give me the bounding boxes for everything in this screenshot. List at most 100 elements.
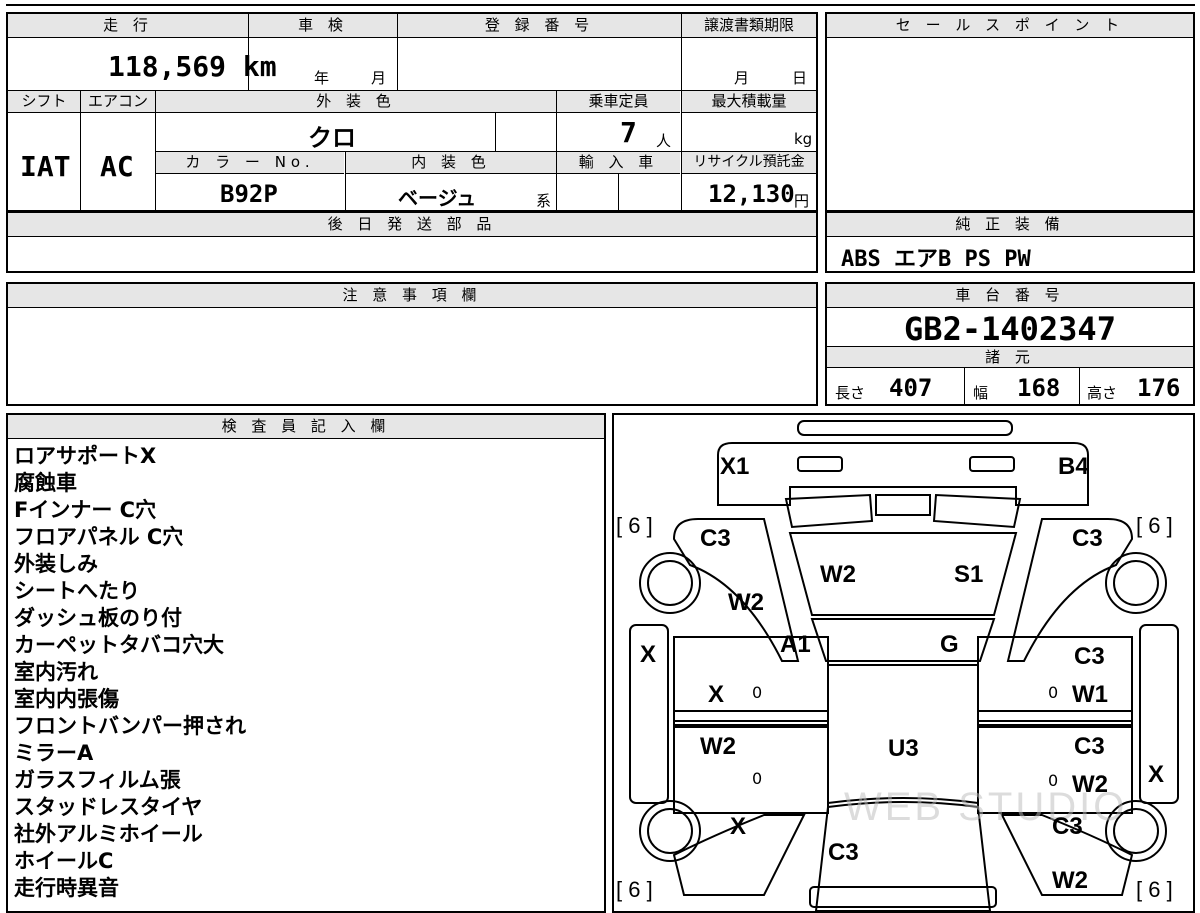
- later-parts-panel: 後 日 発 送 部 品: [6, 211, 818, 273]
- chassis-value: GB2-1402347: [904, 310, 1116, 348]
- damage-door-rr-top: C3: [1074, 733, 1105, 760]
- list-item: 外装しみ: [14, 552, 98, 576]
- damage-front-left: X1: [720, 453, 750, 480]
- later-parts-header: 後 日 発 送 部 品: [8, 213, 816, 237]
- recycle-unit: 円: [794, 192, 810, 210]
- color-no-value: B92P: [220, 180, 278, 208]
- color-no-header: カ ラ ー No.: [156, 152, 344, 174]
- damage-quarter-left: X: [730, 813, 747, 840]
- ext-color-value: クロ: [308, 124, 356, 152]
- list-item: ホイールC: [14, 849, 114, 873]
- list-item: 室内内張傷: [14, 687, 119, 711]
- recycle-header: リサイクル預託金: [682, 152, 816, 174]
- aircon-value: AC: [100, 150, 134, 183]
- damage-hood-right: S1: [954, 561, 984, 588]
- transfer-day: 日: [792, 69, 808, 87]
- tire-front-right-label: [ 6 ]: [1136, 513, 1173, 538]
- tire-front-left-label: [ 6 ]: [616, 513, 653, 538]
- shift-header: シフト: [8, 91, 80, 113]
- damage-roof: U3: [888, 735, 919, 762]
- mileage-header: 走 行: [8, 14, 248, 38]
- door-rl-zero: 0: [752, 769, 763, 788]
- car-diagram-panel: WEB STUDIO [ 6 ] [ 6 ] [ 6 ] [ 6 ] X1 B4…: [612, 413, 1195, 913]
- damage-fender-fl: C3: [700, 525, 731, 552]
- standard-equipment-value: ABS エアB PS PW: [841, 247, 1031, 272]
- damage-windshield-left: A1: [780, 631, 811, 658]
- list-item: フロアパネル C穴: [14, 525, 184, 549]
- list-item: ガラスフィルム張: [14, 768, 181, 792]
- width-label: 幅: [973, 384, 989, 402]
- door-rr-zero: 0: [1048, 771, 1059, 790]
- list-item: 走行時異音: [14, 876, 119, 900]
- standard-equipment-panel: 純 正 装 備 ABS エアB PS PW: [825, 211, 1195, 273]
- int-color-header: 内 装 色: [346, 152, 556, 174]
- damage-door-fr-top: C3: [1074, 643, 1105, 670]
- transfer-month: 月: [734, 69, 750, 87]
- shaken-year: 年: [314, 69, 330, 87]
- max-load-header: 最大積載量: [682, 91, 816, 113]
- chassis-panel: 車 台 番 号 GB2-1402347 諸 元 長さ 407 幅 168 高さ …: [825, 282, 1195, 406]
- length-label: 長さ: [835, 384, 866, 402]
- tire-rear-right-label: [ 6 ]: [1136, 877, 1173, 902]
- capacity-unit: 人: [656, 132, 672, 150]
- door-fl-zero: 0: [752, 683, 763, 702]
- standard-equipment-header: 純 正 装 備: [827, 213, 1193, 237]
- damage-windshield-right: G: [940, 631, 959, 658]
- notes-header: 注 意 事 項 欄: [8, 284, 816, 308]
- door-fr-zero: 0: [1048, 683, 1059, 702]
- int-color-suffix: 系: [536, 192, 552, 210]
- list-item: 腐蝕車: [14, 471, 77, 495]
- chassis-header: 車 台 番 号: [827, 284, 1193, 308]
- inspector-list: ロアサポートX 腐蝕車 Fインナー C穴 フロアパネル C穴 外装しみ シートへ…: [14, 443, 246, 902]
- max-load-unit: kg: [794, 130, 813, 148]
- transfer-doc-header: 譲渡書類期限: [682, 14, 816, 38]
- sales-point-panel: セ ー ル ス ポ イ ン ト: [825, 12, 1195, 212]
- sales-point-header: セ ー ル ス ポ イ ン ト: [827, 14, 1193, 38]
- length-value: 407: [889, 374, 933, 402]
- damage-rear: C3: [828, 839, 859, 866]
- aircon-header: エアコン: [81, 91, 155, 113]
- damage-front-right: B4: [1058, 453, 1089, 480]
- inspector-header: 検 査 員 記 入 欄: [8, 415, 604, 439]
- height-label: 高さ: [1087, 384, 1118, 402]
- damage-quarter-right: C3: [1052, 813, 1083, 840]
- car-outline-diagram: [629, 420, 1179, 911]
- mileage-value: 118,569 km: [108, 50, 277, 83]
- capacity-header: 乗車定員: [557, 91, 680, 113]
- list-item: カーペットタバコ穴大: [14, 633, 224, 657]
- damage-side-right: X: [1148, 761, 1165, 788]
- list-item: Fインナー C穴: [14, 498, 157, 522]
- damage-side-left: X: [640, 641, 657, 668]
- ext-color-header: 外 装 色: [156, 91, 556, 113]
- list-item: スタッドレスタイヤ: [14, 795, 203, 819]
- list-item: ロアサポートX: [14, 444, 157, 468]
- list-item: シートへたり: [14, 579, 140, 603]
- list-item: ダッシュ板のり付: [14, 606, 182, 630]
- notes-panel: 注 意 事 項 欄: [6, 282, 818, 406]
- damage-door-fl: X: [708, 681, 725, 708]
- top-edge-fragment: [6, 0, 1195, 6]
- shaken-month: 月: [371, 69, 387, 87]
- list-item: 室内汚れ: [14, 660, 98, 684]
- list-item: フロントバンパー押され: [14, 714, 247, 738]
- damage-door-rr: W2: [1072, 771, 1108, 798]
- capacity-value: 7: [620, 116, 637, 149]
- registration-header: 登 録 番 号: [398, 14, 681, 38]
- shift-value: IAT: [20, 150, 71, 183]
- list-item: ミラーA: [14, 741, 94, 765]
- shaken-header: 車 検: [249, 14, 397, 38]
- vehicle-info-panel: 走 行 車 検 登 録 番 号 譲渡書類期限 118,569 km 年 月 月 …: [6, 12, 818, 214]
- damage-fender-fr: C3: [1072, 525, 1103, 552]
- damage-pillar-left: W2: [728, 589, 764, 616]
- list-item: 社外アルミホイール: [14, 822, 203, 846]
- recycle-value: 12,130: [708, 180, 795, 208]
- inspector-panel: 検 査 員 記 入 欄 ロアサポートX 腐蝕車 Fインナー C穴 フロアパネル …: [6, 413, 606, 913]
- damage-hood-left: W2: [820, 561, 856, 588]
- height-value: 176: [1137, 374, 1181, 402]
- damage-rear-right: W2: [1052, 867, 1088, 894]
- import-header: 輸 入 車: [557, 152, 680, 174]
- specs-header: 諸 元: [827, 346, 1193, 368]
- width-value: 168: [1017, 374, 1061, 402]
- int-color-value: ベージュ: [398, 186, 477, 210]
- damage-door-rl: W2: [700, 733, 736, 760]
